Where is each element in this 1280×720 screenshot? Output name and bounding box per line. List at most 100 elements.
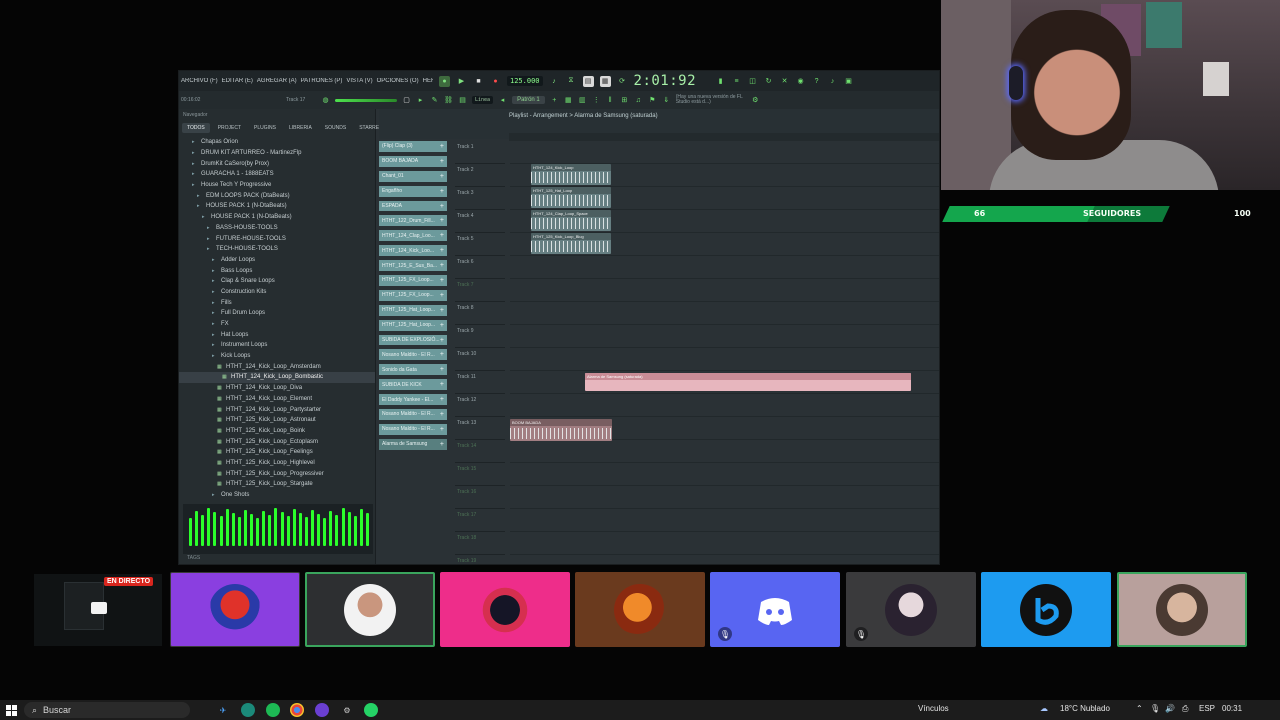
arrow-left-icon[interactable]: ◂ <box>498 96 507 105</box>
browser-folder[interactable]: ▸ DrumKit CaSero(by Prox) <box>179 158 375 169</box>
track-lane[interactable] <box>510 325 939 348</box>
record-button[interactable]: ● <box>490 76 501 87</box>
menu-item[interactable]: EDITAR (E) <box>222 78 253 84</box>
browser-file[interactable]: ▦ HTHT_124_Kick_Loop_Bombastic <box>179 372 375 383</box>
track-label[interactable]: Track 4 <box>455 210 505 233</box>
channel-rack-btn-icon[interactable]: ⋮ <box>592 96 601 105</box>
network-icon[interactable]: ⎙ <box>1182 704 1188 714</box>
stop-button[interactable]: ■ <box>473 76 484 87</box>
track-label[interactable]: Track 14 <box>455 440 505 463</box>
add-clip-icon[interactable]: + <box>440 247 444 254</box>
browser-folder[interactable]: ▸ Adder Loops <box>179 255 375 266</box>
browser-toggle-icon[interactable]: ◫ <box>748 77 757 86</box>
track-label[interactable]: Track 19 <box>455 555 505 564</box>
timeline-ruler[interactable] <box>509 133 939 141</box>
plugin-picker-icon[interactable]: ✕ <box>780 77 789 86</box>
playlist-clip[interactable]: HTHT_124_Kick_Loop <box>531 164 611 185</box>
step-edit-icon[interactable]: ▦ <box>599 75 611 87</box>
clip-item[interactable]: HTHT_125_Hat_Loop... + <box>379 319 447 331</box>
obs-icon[interactable] <box>315 703 329 717</box>
metronome-icon[interactable]: ♪ <box>549 76 560 87</box>
windows-start-icon[interactable] <box>4 703 18 717</box>
snap-icon[interactable]: ▸ <box>416 96 425 105</box>
add-clip-icon[interactable]: + <box>440 158 444 165</box>
clip-item[interactable]: HTHT_122_Drum_Fill... + <box>379 215 447 227</box>
track-label[interactable]: Track 13 <box>455 417 505 440</box>
menu-item[interactable]: VISTA (V) <box>346 78 372 84</box>
browser-folder[interactable]: ▸ Bass Loops <box>179 265 375 276</box>
track-label[interactable]: Track 8 <box>455 302 505 325</box>
tempo-display[interactable]: 125.000 <box>507 76 543 86</box>
master-volume-knob-icon[interactable]: ◍ <box>321 96 330 105</box>
menu-item[interactable]: OPCIONES (O) <box>377 78 419 84</box>
browser-folder[interactable]: ▸ One Shots <box>179 490 375 501</box>
track-label[interactable]: Track 16 <box>455 486 505 509</box>
add-clip-icon[interactable]: + <box>440 441 444 448</box>
browser-file[interactable]: ▦ HTHT_124_Kick_Loop_Partystarter <box>179 404 375 415</box>
track-lane[interactable] <box>510 348 939 371</box>
browser-file[interactable]: ▦ HTHT_124_Kick_Loop_Amsterdam <box>179 361 375 372</box>
browser-tab[interactable]: PLUGINS <box>249 123 281 133</box>
browser-file[interactable]: ▦ HTHT_125_Kick_Loop_Boink <box>179 426 375 437</box>
track-label[interactable]: Track 12 <box>455 394 505 417</box>
piano-roll-icon[interactable]: ▥ <box>578 96 587 105</box>
track-label[interactable]: Track 15 <box>455 463 505 486</box>
add-clip-icon[interactable]: + <box>440 426 444 433</box>
playlist-clip[interactable]: HTHT_125_Kick_Loop_Blug <box>531 233 611 254</box>
participant-tile[interactable]: 🎙 <box>846 572 976 647</box>
taskbar-links[interactable]: Vínculos <box>918 704 949 713</box>
browser-file[interactable]: ▦ HTHT_124_Kick_Loop_Element <box>179 394 375 405</box>
clip-item[interactable]: Alarma de Samsung + <box>379 438 447 450</box>
clip-item[interactable]: HTHT_124_Kick_Loo... + <box>379 245 447 257</box>
update-notice[interactable]: (Hay una nueva versión de FL Studio está… <box>676 95 746 105</box>
browser-tab[interactable]: PROJECT <box>213 123 246 133</box>
browser-file[interactable]: ▦ HTHT_125_Kick_Loop_Progressiver <box>179 468 375 479</box>
clip-item[interactable]: Chant_01 + <box>379 170 447 182</box>
mixer-btn-icon[interactable]: ‖ <box>606 96 615 105</box>
track-lane[interactable] <box>510 555 939 564</box>
participant-tile[interactable] <box>981 572 1111 647</box>
browser-file[interactable]: ▦ HTHT_125_Kick_Loop_Ectoplasm <box>179 436 375 447</box>
browser-folder[interactable]: ▸ HOUSE PACK 1 (N-DtaBeats) <box>179 212 375 223</box>
whatsapp-icon[interactable] <box>364 703 378 717</box>
settings-icon[interactable]: ⚙ <box>751 96 760 105</box>
add-clip-icon[interactable]: + <box>440 203 444 210</box>
file-explorer-icon[interactable]: ✈ <box>216 703 230 717</box>
track-label[interactable]: Track 3 <box>455 187 505 210</box>
participant-tile[interactable] <box>575 572 705 647</box>
participant-tile[interactable] <box>305 572 435 647</box>
volume-icon[interactable]: 🔊 <box>1165 704 1175 713</box>
browser-file[interactable]: ▦ HTHT_125_Kick_Loop_Astronaut <box>179 415 375 426</box>
add-clip-icon[interactable]: + <box>440 351 444 358</box>
edge-icon[interactable] <box>241 703 255 717</box>
browser-folder[interactable]: ▸ EDM LOOPS PACK (DtaBeats) <box>179 190 375 201</box>
browser-tab[interactable]: LIBRERIA <box>284 123 317 133</box>
participant-tile[interactable] <box>1117 572 1247 647</box>
download-icon[interactable]: ⇓ <box>662 96 671 105</box>
clock[interactable]: 00:31 <box>1222 704 1242 713</box>
add-pattern-icon[interactable]: + <box>550 96 559 105</box>
clip-item[interactable]: HTHT_125_FX_Loop... + <box>379 275 447 286</box>
add-clip-icon[interactable]: + <box>440 188 444 195</box>
track-label[interactable]: Track 2 <box>455 164 505 187</box>
menu-item[interactable]: HERRAMIENTAS (T) <box>423 78 433 84</box>
add-clip-icon[interactable]: + <box>440 381 444 388</box>
playlist-clip[interactable]: HTHT_124_Clap_Loop_Space <box>531 210 611 231</box>
browser-folder[interactable]: ▸ Fills <box>179 297 375 308</box>
tags-label[interactable]: TAGS <box>187 555 200 561</box>
browser-tab[interactable]: SOUNDS <box>320 123 351 133</box>
clip-item[interactable]: BOOM BAJADA + <box>379 155 447 167</box>
add-clip-icon[interactable]: + <box>440 411 444 418</box>
play-button[interactable]: ▶ <box>456 76 467 87</box>
spotify-icon[interactable] <box>266 703 280 717</box>
track-lane[interactable] <box>510 440 939 463</box>
browser-tab[interactable]: TODOS <box>182 123 210 133</box>
track-lane[interactable] <box>510 256 939 279</box>
loop-record-icon[interactable]: ⟳ <box>617 76 628 87</box>
menu-item[interactable]: AGREGAR (A) <box>257 78 297 84</box>
add-clip-icon[interactable]: + <box>440 292 444 299</box>
add-clip-icon[interactable]: + <box>440 307 444 314</box>
track-label[interactable]: Track 5 <box>455 233 505 256</box>
track-lane[interactable] <box>510 486 939 509</box>
browser-folder[interactable]: ▸ Instrument Loops <box>179 340 375 351</box>
